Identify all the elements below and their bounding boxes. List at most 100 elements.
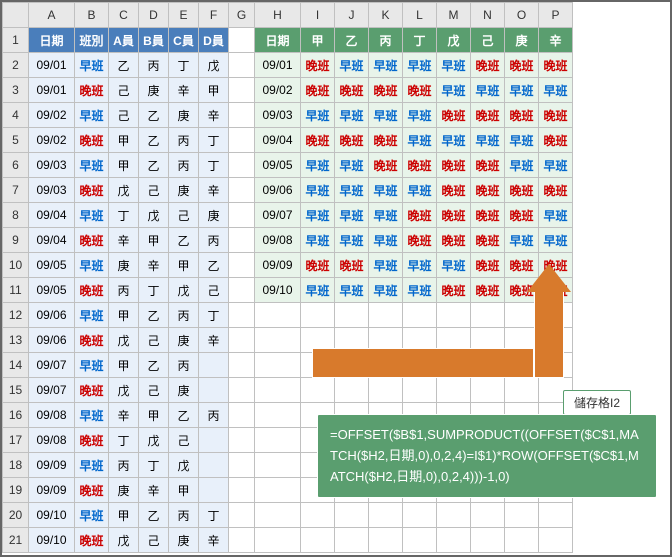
right-cell[interactable]: 09/01 [255,53,301,78]
empty-cell[interactable] [471,378,505,403]
empty-cell[interactable] [539,528,573,553]
row-header[interactable]: 9 [3,228,29,253]
left-cell[interactable]: 丙 [109,278,139,303]
left-cell[interactable]: 丁 [199,503,229,528]
row-header[interactable]: 15 [3,378,29,403]
left-cell[interactable]: 丁 [139,453,169,478]
left-cell[interactable]: 丁 [139,278,169,303]
left-cell[interactable]: 戊 [109,528,139,553]
left-cell[interactable]: 乙 [139,153,169,178]
blank-cell[interactable] [229,128,255,153]
blank-cell[interactable] [229,203,255,228]
col-header[interactable]: I [301,3,335,28]
left-cell[interactable]: 晚班 [75,528,109,553]
left-cell[interactable]: 庚 [169,103,199,128]
blank-cell[interactable] [229,53,255,78]
blank-cell[interactable] [229,478,255,503]
left-cell[interactable]: 甲 [109,128,139,153]
left-cell[interactable]: 丁 [199,303,229,328]
row-header[interactable]: 7 [3,178,29,203]
left-header-cell[interactable]: C員 [169,28,199,53]
empty-cell[interactable] [369,528,403,553]
right-header-cell[interactable]: 辛 [539,28,573,53]
left-cell[interactable]: 戊 [109,178,139,203]
right-cell[interactable]: 晚班 [437,278,471,303]
blank-cell[interactable] [229,428,255,453]
row-header[interactable]: 16 [3,403,29,428]
right-cell[interactable]: 晚班 [437,228,471,253]
left-cell[interactable]: 庚 [109,478,139,503]
left-cell[interactable]: 辛 [139,478,169,503]
empty-cell[interactable] [471,528,505,553]
row-header[interactable]: 5 [3,128,29,153]
right-cell[interactable]: 早班 [335,178,369,203]
col-header[interactable]: C [109,3,139,28]
right-header-cell[interactable]: 丁 [403,28,437,53]
right-cell[interactable]: 09/09 [255,253,301,278]
blank-cell[interactable] [229,328,255,353]
left-cell[interactable]: 甲 [199,78,229,103]
left-cell[interactable]: 己 [139,328,169,353]
right-cell[interactable]: 早班 [403,278,437,303]
left-cell[interactable]: 09/08 [29,428,75,453]
right-cell[interactable]: 早班 [539,203,573,228]
right-cell[interactable]: 09/03 [255,103,301,128]
left-cell[interactable]: 丁 [109,428,139,453]
row-header[interactable]: 18 [3,453,29,478]
blank-cell[interactable] [229,378,255,403]
right-cell[interactable]: 早班 [369,203,403,228]
left-cell[interactable]: 乙 [139,103,169,128]
right-cell[interactable]: 晚班 [437,153,471,178]
right-cell[interactable]: 09/06 [255,178,301,203]
empty-cell[interactable] [471,503,505,528]
row-header[interactable]: 12 [3,303,29,328]
right-cell[interactable]: 晚班 [505,178,539,203]
empty-cell[interactable] [369,303,403,328]
empty-cell[interactable] [437,528,471,553]
right-header-cell[interactable]: 日期 [255,28,301,53]
blank-cell[interactable] [229,403,255,428]
left-cell[interactable]: 戊 [109,328,139,353]
left-cell[interactable]: 丁 [199,153,229,178]
empty-cell[interactable] [301,503,335,528]
col-header[interactable]: K [369,3,403,28]
empty-cell[interactable] [255,378,301,403]
right-header-cell[interactable]: 戊 [437,28,471,53]
empty-cell[interactable] [437,378,471,403]
left-cell[interactable]: 甲 [169,478,199,503]
left-cell[interactable]: 庚 [199,203,229,228]
left-cell[interactable]: 早班 [75,253,109,278]
empty-cell[interactable] [403,378,437,403]
col-header[interactable]: E [169,3,199,28]
left-cell[interactable]: 早班 [75,503,109,528]
left-cell[interactable]: 早班 [75,403,109,428]
empty-cell[interactable] [255,528,301,553]
right-cell[interactable]: 早班 [437,78,471,103]
blank-cell[interactable] [229,303,255,328]
left-header-cell[interactable]: 日期 [29,28,75,53]
right-cell[interactable]: 09/02 [255,78,301,103]
left-cell[interactable]: 甲 [109,153,139,178]
right-header-cell[interactable]: 丙 [369,28,403,53]
left-header-cell[interactable]: B員 [139,28,169,53]
left-cell[interactable]: 庚 [169,328,199,353]
blank-cell[interactable] [229,353,255,378]
left-cell[interactable]: 庚 [139,78,169,103]
corner-cell[interactable] [3,3,29,28]
right-cell[interactable]: 09/08 [255,228,301,253]
right-cell[interactable]: 09/05 [255,153,301,178]
left-cell[interactable]: 辛 [169,78,199,103]
blank-cell[interactable] [229,28,255,53]
blank-cell[interactable] [229,503,255,528]
row-header[interactable]: 17 [3,428,29,453]
right-cell[interactable]: 早班 [505,228,539,253]
left-cell[interactable]: 乙 [139,353,169,378]
empty-cell[interactable] [505,528,539,553]
left-cell[interactable]: 09/01 [29,78,75,103]
right-cell[interactable]: 09/07 [255,203,301,228]
right-cell[interactable]: 晚班 [369,128,403,153]
right-cell[interactable]: 早班 [369,228,403,253]
right-cell[interactable]: 早班 [335,203,369,228]
left-cell[interactable]: 乙 [109,53,139,78]
right-cell[interactable]: 09/04 [255,128,301,153]
